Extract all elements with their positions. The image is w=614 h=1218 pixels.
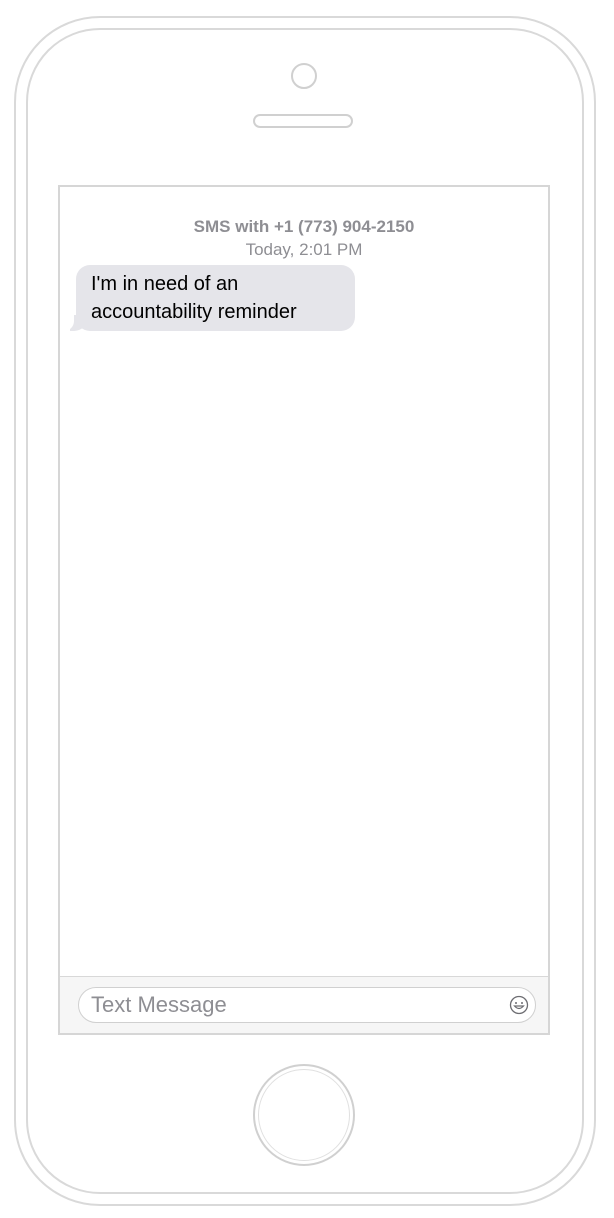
- message-input-wrapper[interactable]: [78, 987, 536, 1023]
- message-input[interactable]: [91, 988, 491, 1022]
- message-text: I'm in need of an accountability reminde…: [91, 273, 297, 323]
- messages-screen: SMS with +1 (773) 904-2150 Today, 2:01 P…: [58, 185, 550, 1035]
- smiley-face-icon[interactable]: [509, 995, 529, 1015]
- front-camera: [291, 63, 317, 89]
- conversation-timestamp: Today, 2:01 PM: [245, 240, 363, 259]
- message-row: I'm in need of an accountability reminde…: [62, 265, 355, 331]
- composer-bar: [60, 976, 548, 1033]
- incoming-message-bubble[interactable]: I'm in need of an accountability reminde…: [62, 265, 355, 331]
- home-button[interactable]: [253, 1064, 355, 1166]
- earpiece-speaker: [253, 114, 353, 128]
- conversation-contact: SMS with +1 (773) 904-2150: [193, 217, 415, 236]
- conversation-header: SMS with +1 (773) 904-2150 Today, 2:01 P…: [60, 215, 548, 261]
